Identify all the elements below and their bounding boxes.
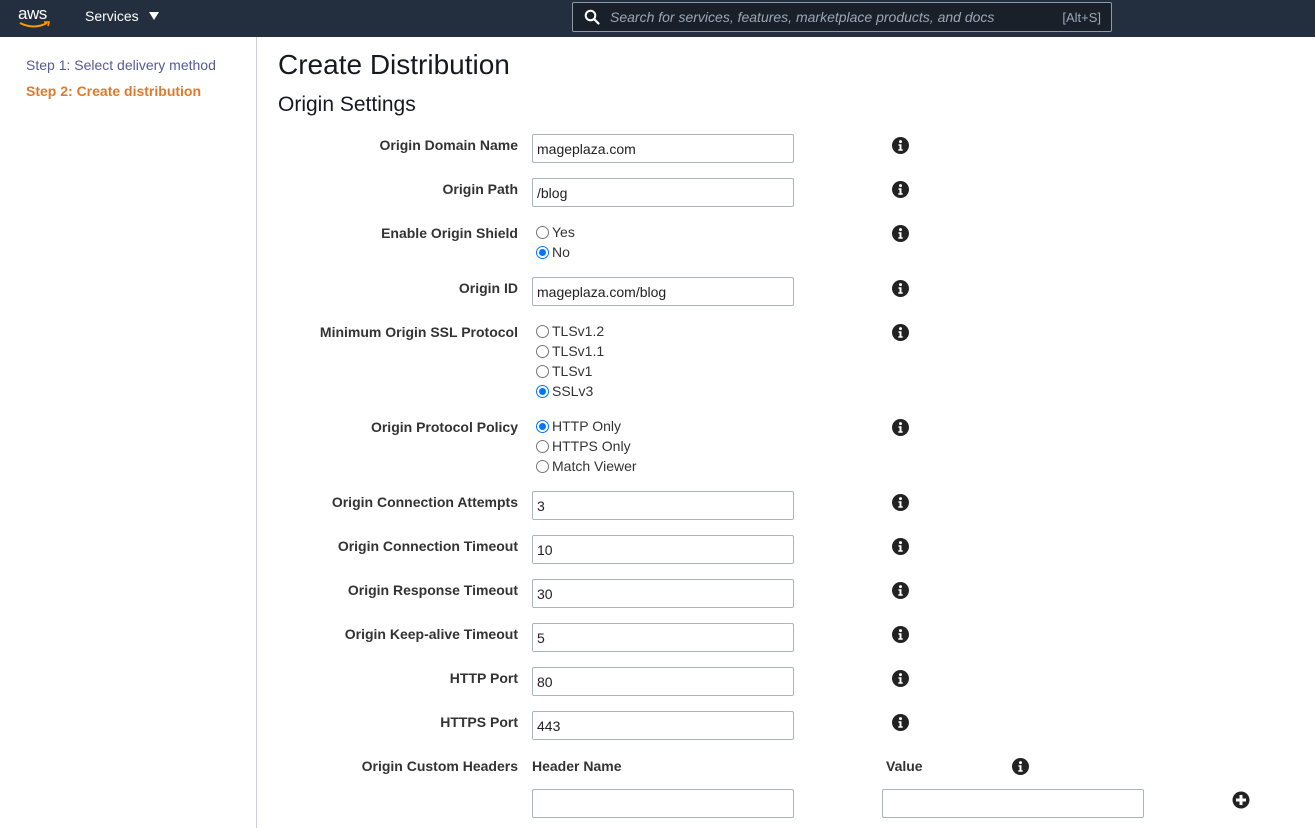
info-icon[interactable] xyxy=(892,538,909,555)
search-shortcut: [Alt+S] xyxy=(1062,9,1101,25)
info-icon[interactable] xyxy=(1012,758,1029,775)
response-timeout-label: Origin Response Timeout xyxy=(347,582,518,598)
info-icon[interactable] xyxy=(892,280,909,297)
ssl-tlsv11-radio[interactable]: TLSv1.1 xyxy=(536,341,604,361)
response-timeout-input[interactable] xyxy=(532,579,794,608)
services-menu-button[interactable]: Services xyxy=(85,8,159,24)
radio-label: Match Viewer xyxy=(552,458,637,474)
top-nav: aws Services Search for services, featur… xyxy=(0,0,1315,37)
enable-origin-shield-radio-group: Yes No xyxy=(536,222,575,262)
caret-down-icon xyxy=(148,12,159,20)
search-bar[interactable]: Search for services, features, marketpla… xyxy=(572,2,1112,32)
radio-button[interactable] xyxy=(536,245,549,259)
radio-label: TLSv1.2 xyxy=(552,323,605,339)
ssl-tlsv12-radio[interactable]: TLSv1.2 xyxy=(536,321,604,341)
search-input[interactable]: Search for services, features, marketpla… xyxy=(610,9,1062,25)
radio-button[interactable] xyxy=(536,364,549,378)
radio-button[interactable] xyxy=(536,439,549,453)
sidebar-step-2[interactable]: Step 2: Create distribution xyxy=(26,83,201,99)
header-name-input[interactable] xyxy=(532,789,794,818)
keepalive-timeout-input[interactable] xyxy=(532,623,794,652)
origin-path-input[interactable] xyxy=(532,178,794,207)
ssl-tlsv1-radio[interactable]: TLSv1 xyxy=(536,361,604,381)
info-icon[interactable] xyxy=(892,714,909,731)
ssl-sslv3-radio[interactable]: SSLv3 xyxy=(536,381,604,401)
radio-label: No xyxy=(552,244,570,260)
info-icon[interactable] xyxy=(892,137,909,154)
radio-label: Yes xyxy=(552,224,575,240)
info-icon[interactable] xyxy=(892,324,909,341)
sidebar: Step 1: Select delivery method Step 2: C… xyxy=(0,37,257,828)
enable-origin-shield-label: Enable Origin Shield xyxy=(381,225,518,241)
min-ssl-protocol-label: Minimum Origin SSL Protocol xyxy=(319,324,518,340)
radio-label: TLSv1.1 xyxy=(552,343,605,359)
info-icon[interactable] xyxy=(892,494,909,511)
policy-http-only-radio[interactable]: HTTP Only xyxy=(536,416,637,436)
radio-label: SSLv3 xyxy=(552,383,594,399)
https-port-label: HTTPS Port xyxy=(440,714,518,730)
policy-https-only-radio[interactable]: HTTPS Only xyxy=(536,436,637,456)
radio-button[interactable] xyxy=(536,459,549,473)
header-value-input[interactable] xyxy=(882,789,1144,818)
custom-headers-label: Origin Custom Headers xyxy=(361,758,518,774)
radio-button[interactable] xyxy=(536,324,549,338)
connection-attempts-input[interactable] xyxy=(532,491,794,520)
sidebar-step-1[interactable]: Step 1: Select delivery method xyxy=(26,57,216,73)
origin-id-input[interactable] xyxy=(532,277,794,306)
info-icon[interactable] xyxy=(892,670,909,687)
origin-domain-name-label: Origin Domain Name xyxy=(379,137,518,153)
aws-smile-icon xyxy=(19,21,51,28)
aws-logo[interactable]: aws xyxy=(18,4,52,30)
origin-protocol-policy-radio-group: HTTP Only HTTPS Only Match Viewer xyxy=(536,416,637,476)
radio-button[interactable] xyxy=(536,225,549,239)
origin-shield-no-radio[interactable]: No xyxy=(536,242,575,262)
connection-timeout-label: Origin Connection Timeout xyxy=(337,538,518,554)
origin-shield-yes-radio[interactable]: Yes xyxy=(536,222,575,242)
radio-label: TLSv1 xyxy=(552,363,593,379)
radio-button[interactable] xyxy=(536,384,549,398)
origin-domain-name-input[interactable] xyxy=(532,134,794,163)
connection-timeout-input[interactable] xyxy=(532,535,794,564)
min-ssl-protocol-radio-group: TLSv1.2 TLSv1.1 TLSv1 SSLv3 xyxy=(536,321,604,401)
origin-protocol-policy-label: Origin Protocol Policy xyxy=(370,419,518,435)
services-label: Services xyxy=(85,8,139,24)
page-title: Create Distribution xyxy=(278,49,510,80)
radio-label: HTTP Only xyxy=(552,418,621,434)
info-icon[interactable] xyxy=(892,582,909,599)
info-icon[interactable] xyxy=(892,419,909,436)
http-port-input[interactable] xyxy=(532,667,794,696)
radio-button[interactable] xyxy=(536,344,549,358)
header-name-column-label: Header Name xyxy=(532,758,622,774)
connection-attempts-label: Origin Connection Attempts xyxy=(331,494,518,510)
radio-label: HTTPS Only xyxy=(552,438,631,454)
section-title: Origin Settings xyxy=(278,93,416,116)
keepalive-timeout-label: Origin Keep-alive Timeout xyxy=(344,626,518,642)
value-column-label: Value xyxy=(886,758,923,774)
http-port-label: HTTP Port xyxy=(449,670,518,686)
info-icon[interactable] xyxy=(892,225,909,242)
origin-id-label: Origin ID xyxy=(458,280,518,296)
radio-button[interactable] xyxy=(536,419,549,433)
origin-path-label: Origin Path xyxy=(442,181,518,197)
search-icon xyxy=(584,9,600,25)
add-header-plus-icon[interactable] xyxy=(1232,791,1250,809)
info-icon[interactable] xyxy=(892,181,909,198)
info-icon[interactable] xyxy=(892,626,909,643)
policy-match-viewer-radio[interactable]: Match Viewer xyxy=(536,456,637,476)
https-port-input[interactable] xyxy=(532,711,794,740)
